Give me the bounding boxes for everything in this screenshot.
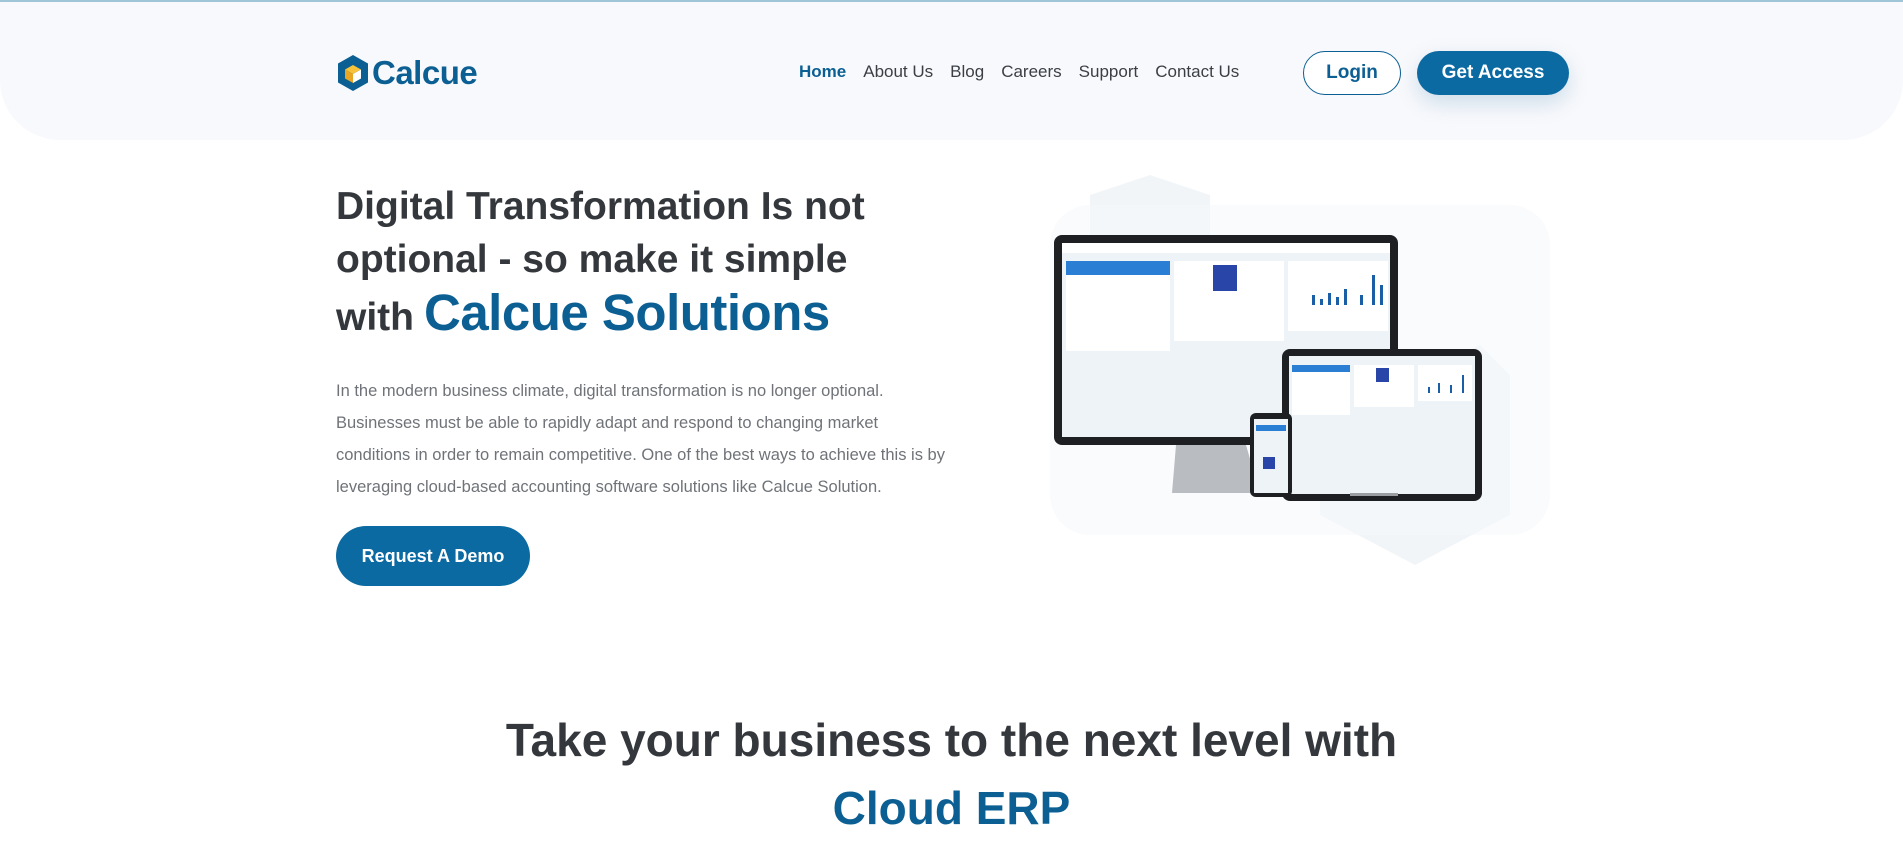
request-demo-button[interactable]: Request A Demo [336, 526, 530, 586]
hexagon-cube-icon [338, 55, 368, 91]
hero-title-line2: optional - so make it simple [336, 238, 848, 281]
hero-description: In the modern business climate, digital … [336, 382, 945, 496]
hero-title-with: with [336, 296, 414, 339]
section-title: Take your business to the next level wit… [0, 706, 1903, 842]
login-button[interactable]: Login [1303, 51, 1401, 95]
logo-text: Calcue [372, 54, 478, 91]
hero-title-line1: Digital Transformation Is not [336, 185, 865, 228]
nav-blog[interactable]: Blog [950, 62, 984, 82]
nav-careers[interactable]: Careers [1001, 62, 1061, 82]
main-nav: Home About Us Blog Careers Support Conta… [799, 62, 1256, 82]
nav-contact-us[interactable]: Contact Us [1155, 62, 1239, 82]
logo[interactable]: Calcue [336, 54, 478, 92]
section-title-line2: Cloud ERP [832, 782, 1071, 834]
hero-title: Digital Transformation Is not optional -… [336, 180, 956, 344]
nav-home[interactable]: Home [799, 62, 846, 82]
section-title-line1: Take your business to the next level wit… [505, 714, 1398, 766]
get-access-button[interactable]: Get Access [1417, 51, 1569, 95]
devices-illustration [1050, 175, 1550, 565]
nav-about-us[interactable]: About Us [863, 62, 933, 82]
hero-title-brand: Calcue Solutions [423, 284, 830, 341]
nav-support[interactable]: Support [1079, 62, 1139, 82]
hero-title-line3: with Calcue Solutions [336, 286, 956, 344]
site-header: Calcue Home About Us Blog Careers Suppor… [0, 2, 1903, 140]
